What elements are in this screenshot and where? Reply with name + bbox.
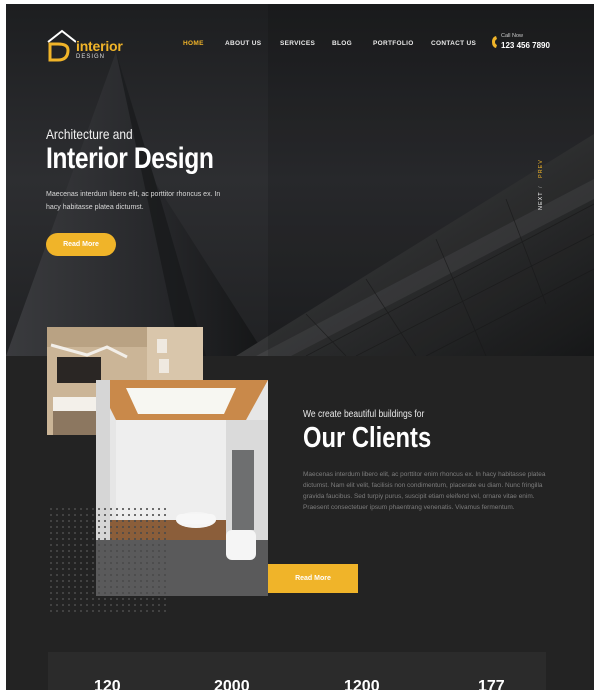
phone-icon (492, 36, 497, 48)
stats-bar: 120 2000 1200 177 (48, 652, 546, 690)
hero-section: interior DESIGN HOME ABOUT US SERVICES B… (6, 4, 594, 356)
slider-separator: / (538, 185, 544, 188)
hero-description: Maecenas interdum libero elit, ac portti… (46, 191, 221, 211)
hero-title: Interior Design (46, 142, 214, 175)
hero-subtitle: Architecture and (46, 126, 133, 142)
decorative-dot-grid (48, 506, 166, 616)
brand-tagline: DESIGN (76, 54, 106, 60)
hero-read-more-button[interactable]: Read More (46, 233, 116, 256)
call-label: Call Now (501, 33, 524, 39)
stat-value: 2000 (214, 678, 250, 690)
nav-item-home[interactable]: HOME (183, 40, 204, 47)
slider-nav: NEXT / PREV (538, 144, 548, 214)
slider-next-link[interactable]: NEXT (538, 191, 544, 210)
nav-item-contact-us[interactable]: CONTACT US (431, 40, 476, 47)
clients-description: Maecenas interdum libero elit, ac portti… (303, 471, 546, 511)
stat-value: 1200 (344, 678, 380, 690)
nav-item-blog[interactable]: BLOG (332, 40, 352, 47)
clients-subtitle: We create beautiful buildings for (303, 409, 425, 420)
nav-item-portfolio[interactable]: PORTFOLIO (373, 40, 414, 47)
clients-read-more-button[interactable]: Read More (268, 564, 358, 593)
clients-title: Our Clients (303, 422, 432, 454)
nav-item-about-us[interactable]: ABOUT US (225, 40, 261, 47)
stat-value: 120 (94, 678, 121, 690)
page: interior DESIGN HOME ABOUT US SERVICES B… (6, 4, 594, 690)
nav-item-services[interactable]: SERVICES (280, 40, 315, 47)
call-number[interactable]: 123 456 7890 (501, 41, 550, 50)
slider-prev-link[interactable]: PREV (538, 159, 544, 178)
stat-value: 177 (478, 678, 505, 690)
